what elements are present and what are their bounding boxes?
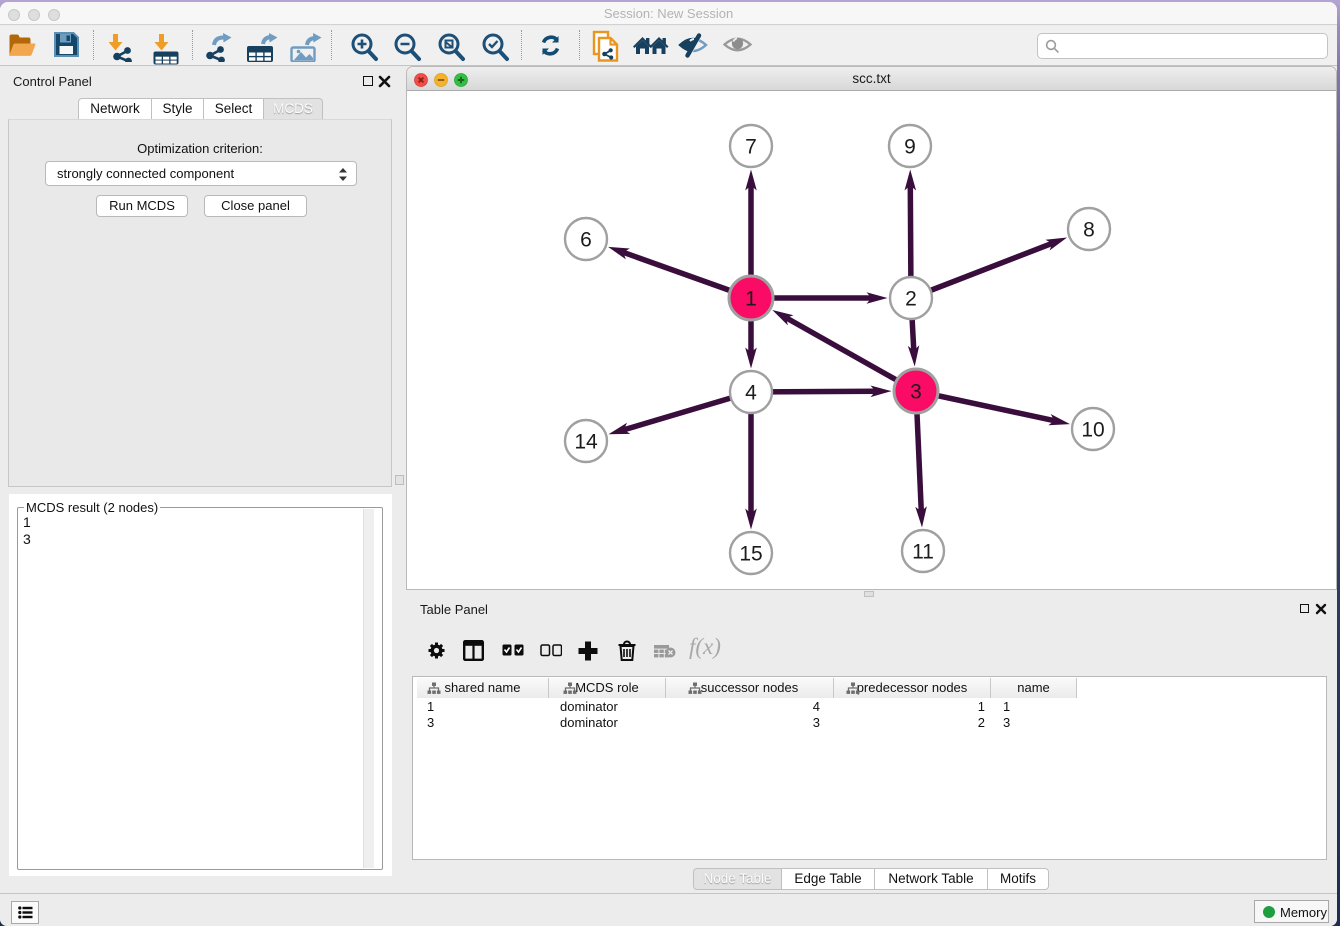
svg-text:1: 1 bbox=[745, 287, 757, 310]
svg-text:8: 8 bbox=[1083, 218, 1095, 241]
svg-text:7: 7 bbox=[745, 135, 757, 158]
svg-text:2: 2 bbox=[905, 287, 917, 310]
svg-text:6: 6 bbox=[580, 228, 592, 251]
svg-text:15: 15 bbox=[739, 542, 762, 565]
svg-text:10: 10 bbox=[1081, 418, 1104, 441]
svg-text:9: 9 bbox=[904, 135, 916, 158]
svg-text:3: 3 bbox=[910, 380, 922, 403]
svg-text:11: 11 bbox=[912, 540, 934, 563]
svg-text:14: 14 bbox=[574, 430, 598, 453]
svg-text:4: 4 bbox=[745, 381, 757, 404]
